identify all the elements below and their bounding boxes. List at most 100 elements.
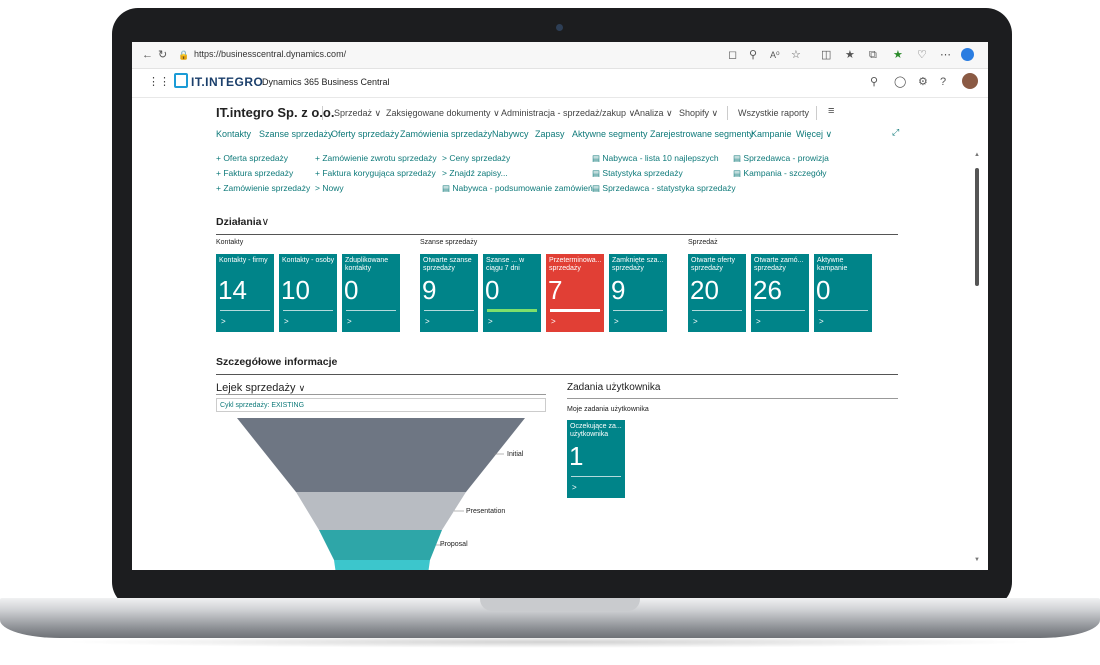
chevron-down-icon: ∨ bbox=[825, 129, 833, 139]
product-name: Dynamics 365 Business Central bbox=[262, 77, 390, 87]
tile-value: 9 bbox=[422, 275, 437, 305]
tile-status-bar bbox=[550, 309, 600, 312]
tile-label: Zduplikowane kontakty bbox=[345, 257, 389, 272]
cycle-filter[interactable]: Cykl sprzedaży: EXISTING bbox=[216, 398, 546, 412]
zoom-icon[interactable]: ⚲ bbox=[749, 46, 757, 64]
expand-icon[interactable]: ⤢ bbox=[892, 127, 899, 138]
cue-tile-alert[interactable]: Przeterminowa... sprzedaży 7 > bbox=[546, 254, 604, 332]
cue-tile[interactable]: Szanse ... w ciągu 7 dni 0 > bbox=[483, 254, 541, 332]
tile-divider bbox=[755, 310, 805, 311]
divider bbox=[567, 398, 898, 399]
all-reports-link[interactable]: Wszystkie raporty bbox=[738, 108, 809, 118]
nav-zamowienia[interactable]: Zamówienia sprzedaży bbox=[400, 129, 492, 139]
action-ceny[interactable]: > Ceny sprzedaży bbox=[442, 153, 510, 163]
menu-shopify[interactable]: Shopify ∨ bbox=[679, 108, 718, 119]
chevron-down-icon: ∨ bbox=[493, 108, 500, 118]
waffle-icon[interactable]: ⋮⋮ bbox=[148, 75, 170, 88]
funnel-stage-initial[interactable] bbox=[237, 418, 525, 492]
collections-icon[interactable]: ⧉ bbox=[869, 46, 877, 64]
action-faktura-korygujaca[interactable]: + Faktura korygująca sprzedaży bbox=[315, 168, 436, 178]
action-zamowienie-zwrotu[interactable]: + Zamówienie zwrotu sprzedaży bbox=[315, 153, 437, 163]
address-bar[interactable]: https://businesscentral.dynamics.com/ bbox=[194, 46, 754, 63]
company-logo: IT.INTEGRO bbox=[174, 73, 263, 89]
funnel-stage-presentation[interactable] bbox=[296, 492, 466, 530]
nav-aktywne-segmenty[interactable]: Aktywne segmenty bbox=[572, 129, 648, 139]
funnel-stage-proposal[interactable] bbox=[319, 530, 442, 560]
nav-zapasy[interactable]: Zapasy bbox=[535, 129, 565, 139]
copilot-icon[interactable] bbox=[961, 48, 974, 61]
scroll-down-icon[interactable]: ▼ bbox=[974, 557, 980, 563]
nav-more-label: Więcej bbox=[796, 129, 824, 139]
funnel-heading[interactable]: Lejek sprzedaży ∨ bbox=[216, 382, 305, 394]
extension-icon[interactable]: ★ bbox=[893, 46, 903, 64]
cue-tile[interactable]: Zduplikowane kontakty 0 > bbox=[342, 254, 400, 332]
nav-more[interactable]: Więcej ∨ bbox=[796, 129, 832, 140]
group-title: Szanse sprzedaży bbox=[420, 239, 478, 246]
avatar[interactable] bbox=[962, 73, 978, 89]
action-zamowienie[interactable]: + Zamówienie sprzedaży bbox=[216, 183, 310, 193]
cue-tile[interactable]: Otwarte zamó... sprzedaży 26 > bbox=[751, 254, 809, 332]
favorite-icon[interactable]: ☆ bbox=[791, 46, 801, 64]
nav-kontakty[interactable]: Kontakty bbox=[216, 129, 251, 139]
report-sprzedawca-prowizja[interactable]: ▤ Sprzedawca - prowizja bbox=[733, 153, 829, 164]
nav-kampanie[interactable]: Kampanie bbox=[751, 129, 792, 139]
cast-icon[interactable]: ◻ bbox=[728, 46, 737, 64]
tile-divider bbox=[613, 310, 663, 311]
bell-icon[interactable]: ◯ bbox=[894, 73, 906, 91]
funnel-title: Lejek sprzedaży bbox=[216, 382, 296, 394]
scrollbar-thumb[interactable] bbox=[975, 168, 979, 286]
report-icon: ▤ bbox=[733, 168, 742, 178]
menu-zaksiegowane[interactable]: Zaksięgowane dokumenty ∨ bbox=[386, 108, 500, 119]
nav-szanse[interactable]: Szanse sprzedaży bbox=[259, 129, 333, 139]
menu-analiza[interactable]: Analiza ∨ bbox=[634, 108, 673, 119]
refresh-icon[interactable]: ↻ bbox=[158, 46, 167, 64]
back-icon[interactable]: ← bbox=[142, 46, 153, 64]
hamburger-icon[interactable]: ≡ bbox=[828, 105, 834, 117]
read-aloud-icon[interactable]: A⁰ bbox=[770, 46, 780, 64]
help-icon[interactable]: ? bbox=[940, 73, 946, 91]
search-icon[interactable]: ⚲ bbox=[870, 73, 878, 91]
cue-tile[interactable]: Zamknięte sza... sprzedaży 9 > bbox=[609, 254, 667, 332]
report-label: Sprzedawca - prowizja bbox=[743, 153, 829, 163]
report-label: Nabywca - podsumowanie zamówień bbox=[452, 183, 593, 193]
nav-oferty[interactable]: Oferty sprzedaży bbox=[331, 129, 399, 139]
chevron-right-icon: > bbox=[614, 317, 619, 326]
chevron-down-icon: ∨ bbox=[711, 108, 719, 118]
report-kampania[interactable]: ▤ Kampania - szczegóły bbox=[733, 168, 827, 179]
report-statystyka[interactable]: ▤ Statystyka sprzedaży bbox=[592, 168, 683, 179]
action-oferta[interactable]: + Oferta sprzedaży bbox=[216, 153, 288, 163]
chevron-right-icon: > bbox=[347, 317, 352, 326]
nav-nabywcy[interactable]: Nabywcy bbox=[492, 129, 529, 139]
scroll-up-icon[interactable]: ▲ bbox=[974, 152, 980, 158]
action-nowy[interactable]: > Nowy bbox=[315, 183, 344, 193]
tile-value: 20 bbox=[690, 275, 719, 305]
cue-tile[interactable]: Otwarte szanse sprzedaży 9 > bbox=[420, 254, 478, 332]
company-name[interactable]: IT.integro Sp. z o.o. bbox=[216, 105, 334, 120]
tasks-heading: Zadania użytkownika bbox=[567, 382, 661, 393]
cue-tile[interactable]: Kontakty - osoby 10 > bbox=[279, 254, 337, 332]
gear-icon[interactable]: ⚙ bbox=[918, 73, 928, 91]
action-faktura[interactable]: + Faktura sprzedaży bbox=[216, 168, 293, 178]
menu-administracja[interactable]: Administracja - sprzedaż/zakup ∨ bbox=[501, 108, 635, 119]
report-nabywca-podsumowanie[interactable]: ▤ Nabywca - podsumowanie zamówień bbox=[442, 183, 593, 194]
cue-tile[interactable]: Aktywne kampanie 0 > bbox=[814, 254, 872, 332]
report-sprzedawca-statystyka[interactable]: ▤ Sprzedawca - statystyka sprzedaży bbox=[592, 183, 736, 194]
funnel-label: Presentation bbox=[466, 508, 506, 515]
more-icon[interactable]: ⋯ bbox=[940, 46, 951, 64]
tile-label: Otwarte szanse sprzedaży bbox=[423, 257, 472, 272]
nav-zarejestrowane-segmenty[interactable]: Zarejestrowane segmenty bbox=[650, 129, 754, 139]
menu-sprzedaz[interactable]: Sprzedaż ∨ bbox=[334, 108, 381, 119]
action-znajdz[interactable]: > Znajdź zapisy... bbox=[442, 168, 508, 178]
cue-tile[interactable]: Oczekujące za... użytkownika 1 > bbox=[567, 420, 625, 498]
split-icon[interactable]: ◫ bbox=[821, 46, 831, 64]
funnel-stage-next[interactable] bbox=[334, 560, 430, 570]
chevron-right-icon: > bbox=[819, 317, 824, 326]
chevron-right-icon: > bbox=[425, 317, 430, 326]
cue-tile[interactable]: Kontakty - firmy 14 > bbox=[216, 254, 274, 332]
report-nabywca-lista[interactable]: ▤ Nabywca - lista 10 najlepszych bbox=[592, 153, 719, 164]
activities-heading[interactable]: Działania∨ bbox=[216, 216, 269, 228]
chevron-right-icon: > bbox=[551, 317, 556, 326]
cue-tile[interactable]: Otwarte oferty sprzedaży 20 > bbox=[688, 254, 746, 332]
heart-icon[interactable]: ♡ bbox=[917, 46, 927, 64]
favorites-icon[interactable]: ★ bbox=[845, 46, 855, 64]
